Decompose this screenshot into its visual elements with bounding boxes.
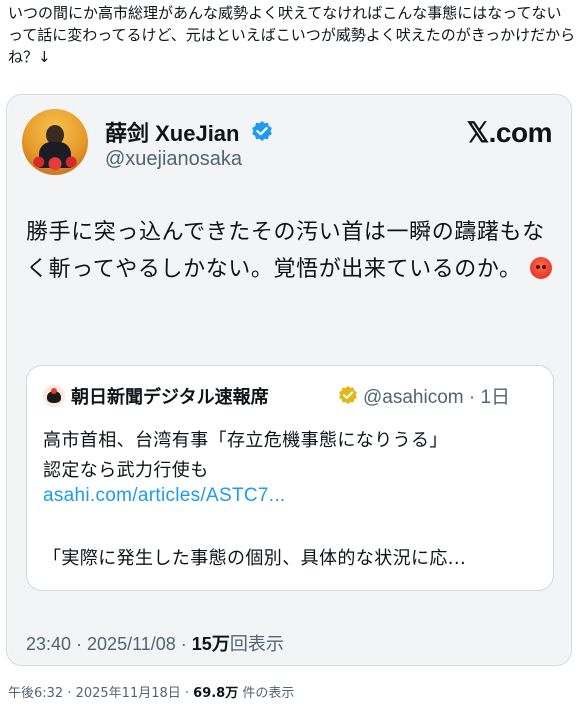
quoted-avatar[interactable]	[43, 385, 65, 407]
post-views-label: 件の表示	[238, 686, 295, 701]
handle[interactable]: @xuejianosaka	[105, 148, 242, 171]
tweet-views-count: 15万	[191, 634, 230, 654]
quoted-link[interactable]: asahi.com/articles/ASTC7...	[43, 485, 286, 507]
x-logo: 𝕏.com	[466, 117, 553, 148]
tweet-time-date[interactable]: 23:40 · 2025/11/08 ·	[26, 634, 192, 654]
tweet-text: 勝手に突っ込んできたその汚い首は一瞬の躊躇もなく斬ってやるしかない。覚悟が出来て…	[26, 214, 556, 288]
tweet-meta: 23:40 · 2025/11/08 · 15万回表示	[26, 630, 284, 656]
avatar[interactable]	[22, 109, 88, 175]
quoted-tweet[interactable]: 朝日新聞デジタル速報席 @asahicom · 1日 高市首相、台湾有事「存立危…	[26, 365, 554, 591]
post-text: いつの間にか高市総理があんな威勢よく吠えてなければこんな事態にはなってないって話…	[8, 4, 576, 66]
tweet-views-label: 回表示	[229, 634, 284, 654]
post-meta: 午後6:32 · 2025年11月18日 · 69.8万 件の表示	[8, 682, 294, 701]
quoted-text-line2: 認定なら武力行使も	[43, 460, 209, 481]
embedded-tweet-image: 薛剑 XueJian @xuejianosaka 𝕏.com 勝手に突っ込んでき…	[8, 96, 570, 664]
quoted-display-name[interactable]: 朝日新聞デジタル速報席	[71, 383, 269, 409]
post-time-date[interactable]: 午後6:32 · 2025年11月18日 ·	[8, 686, 193, 701]
post-views-count: 69.8万	[193, 686, 239, 701]
display-name[interactable]: 薛剑 XueJian	[105, 116, 239, 148]
quoted-handle-time[interactable]: @asahicom · 1日	[363, 382, 510, 409]
angry-face-icon	[529, 257, 552, 279]
quoted-text-line1: 高市首相、台湾有事「存立危機事態になりうる」	[43, 430, 448, 451]
avatar-flowers	[28, 153, 82, 171]
tweet-text-body: 勝手に突っ込んできたその汚い首は一瞬の躊躇もなく斬ってやるしかない。覚悟が出来て…	[26, 220, 545, 282]
embedded-tweet-card[interactable]: 薛剑 XueJian @xuejianosaka 𝕏.com 勝手に突っ込んでき…	[6, 94, 572, 666]
verified-badge-icon	[252, 121, 272, 141]
quoted-excerpt: 「実際に発生した事態の個別、具体的な状況に応...	[43, 548, 467, 569]
verified-gold-badge-icon	[339, 385, 357, 405]
